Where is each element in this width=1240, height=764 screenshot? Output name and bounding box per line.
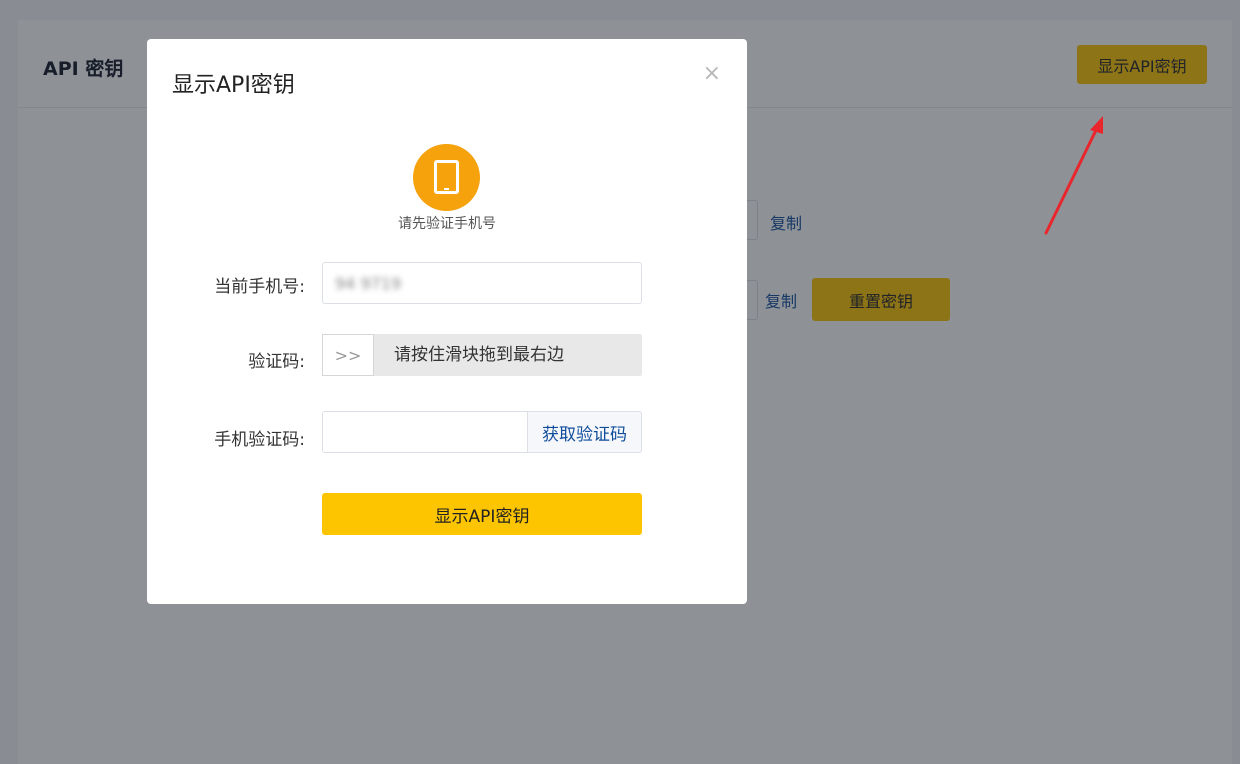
slider-handle[interactable]: >> [322,334,374,376]
verify-phone-hint: 请先验证手机号 [398,216,496,232]
sms-code-input[interactable] [322,411,528,453]
get-code-button[interactable]: 获取验证码 [527,411,642,453]
annotation-arrow-icon [1044,116,1103,235]
phone-label: 当前手机号: [214,277,305,297]
dialog-title: 显示API密钥 [172,73,295,98]
sms-code-label: 手机验证码: [214,430,305,450]
double-chevron-right-icon: >> [334,345,362,365]
phone-number-value: 94 9719 [335,273,402,293]
slider-instruction: 请按住滑块拖到最右边 [394,345,564,365]
show-api-key-dialog: 显示API密钥 × 请先验证手机号 当前手机号: 94 9719 验证码: >>… [147,39,747,604]
submit-show-key-button[interactable]: 显示API密钥 [322,493,642,535]
mobile-phone-icon [413,144,480,211]
phone-number-field: 94 9719 [322,262,642,304]
captcha-label: 验证码: [248,352,305,372]
close-icon[interactable]: × [703,63,721,85]
slider-captcha[interactable]: >> 请按住滑块拖到最右边 [322,334,642,376]
